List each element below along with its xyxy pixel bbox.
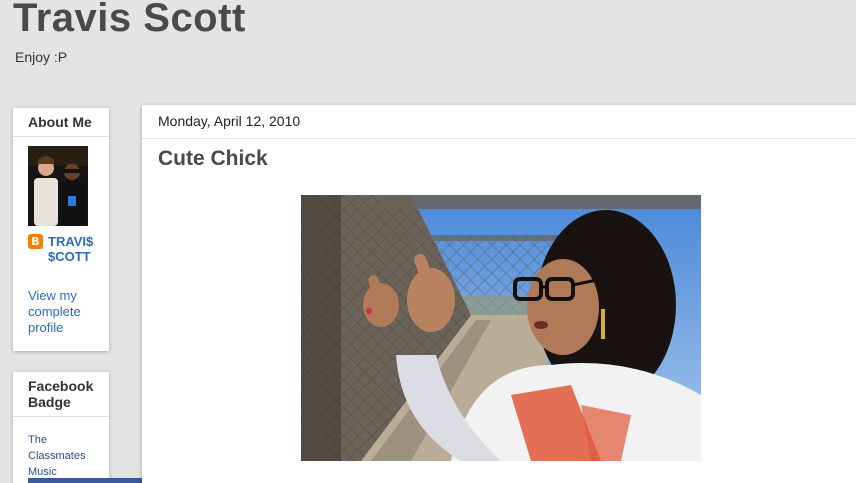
about-me-title: About Me — [28, 114, 92, 130]
blog-title[interactable]: Travis Scott — [13, 0, 246, 41]
post-title[interactable]: Cute Chick — [158, 147, 268, 171]
about-me-widget: About Me B TRAVI$ $COTT View my complete… — [13, 108, 109, 351]
profile-name-link[interactable]: TRAVI$ $COTT — [48, 234, 104, 264]
facebook-badge-widget: Facebook Badge The Classmates Music — [13, 372, 109, 483]
profile-photo[interactable] — [28, 146, 88, 226]
facebook-link[interactable]: Classmates — [28, 448, 85, 464]
blog-description: Enjoy :P — [15, 49, 68, 65]
facebook-badge-divider — [13, 416, 109, 417]
main-post-area: Monday, April 12, 2010 Cute Chick — [142, 105, 856, 483]
post-date: Monday, April 12, 2010 — [158, 113, 301, 129]
facebook-link[interactable]: The — [28, 432, 85, 448]
view-profile-link[interactable]: View my complete profile — [28, 288, 102, 336]
blogger-icon: B — [28, 234, 43, 249]
date-divider — [142, 138, 856, 139]
facebook-badge-title: Facebook Badge — [28, 378, 94, 410]
about-me-divider — [13, 136, 109, 137]
facebook-badge-bar[interactable] — [28, 478, 148, 483]
facebook-badge-links: The Classmates Music — [28, 432, 85, 480]
post-image[interactable] — [301, 195, 701, 461]
